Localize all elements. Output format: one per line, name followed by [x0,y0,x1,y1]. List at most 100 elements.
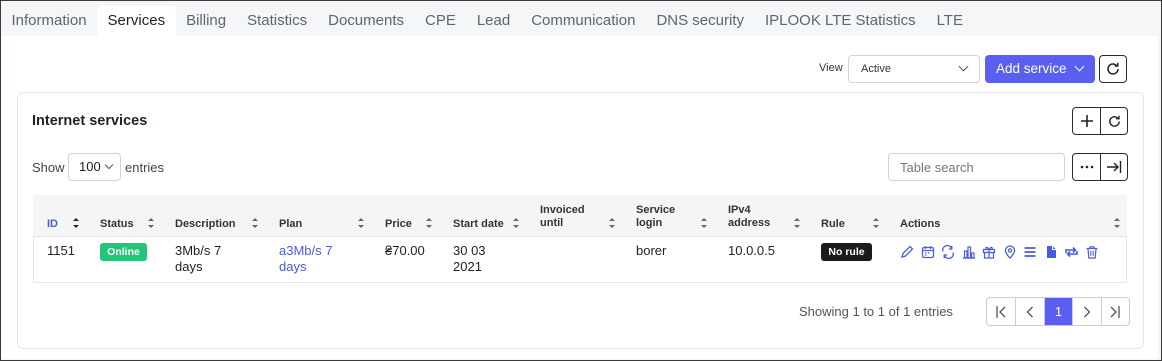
rule-badge: No rule [821,243,872,261]
tab-lte[interactable]: LTE [926,6,973,36]
pagination-info: Showing 1 to 1 of 1 entries [799,304,953,319]
chevron-down-icon [1074,61,1085,72]
tab-lead[interactable]: Lead [466,6,520,36]
column-header-description[interactable]: Description [175,218,236,231]
refresh-icon [1107,62,1119,75]
tab-statistics[interactable]: Statistics [237,6,318,36]
calendar-action[interactable] [921,243,942,261]
first-page-icon [996,305,1006,318]
entries-value: 100 [79,159,101,174]
tab-dns-security[interactable]: DNS security [646,6,755,36]
add-button[interactable] [1073,108,1100,134]
change-plan-action[interactable] [941,243,962,261]
sort-icon [701,218,707,228]
cell-service-login: borer [636,243,667,258]
ipv4-line-1: IPv4 [728,204,751,216]
tab-services[interactable]: Services [97,6,176,36]
description-line-2: days [175,259,203,274]
invoiced-until-line-1: Invoiced [540,204,585,216]
service-login-line-1: Service [636,204,676,216]
column-header-start-date[interactable]: Start date [453,218,504,231]
details-action[interactable] [1023,243,1044,261]
calendar-icon [921,246,934,259]
add-service-label: Add service [996,61,1067,76]
document-action[interactable] [1044,243,1065,261]
next-page-button[interactable] [1072,298,1100,325]
statistics-action[interactable] [962,243,983,261]
reload-button[interactable] [1100,108,1127,134]
plus-icon [1080,115,1093,127]
chevron-down-icon [104,160,114,170]
start-date-line-2: 2021 [453,259,482,274]
map-pin-icon [1004,245,1015,259]
entries-label: entries [125,160,165,175]
export-button[interactable] [1100,154,1127,180]
column-header-plan[interactable]: Plan [279,218,302,231]
column-header-id[interactable]: ID [47,218,58,231]
card-title: Internet services [32,113,148,129]
tab-cpe[interactable]: CPE [415,6,467,36]
pencil-icon [901,245,914,258]
location-action[interactable] [1003,243,1024,261]
status-badge: Online [100,243,147,261]
trash-icon [1086,246,1097,259]
previous-page-button[interactable] [1015,298,1043,325]
column-header-ipv4-address[interactable]: IPv4 address [728,204,770,230]
sort-icon [873,218,879,228]
arrow-to-right-icon [1107,161,1122,173]
bar-chart-icon [962,246,975,259]
tab-billing[interactable]: Billing [176,6,237,36]
first-page-button[interactable] [987,298,1015,325]
chevron-left-icon [1026,306,1034,317]
cell-description: 3Mb/s 7 days [175,243,221,275]
add-service-button[interactable]: Add service [985,55,1095,83]
view-select-value: Active [861,63,891,75]
entries-per-page-select[interactable]: 100 [68,153,121,181]
sort-icon [73,218,79,228]
column-header-price[interactable]: Price [385,218,412,231]
replace-action[interactable] [1064,243,1085,261]
description-line-1: 3Mb/s 7 [175,243,222,258]
last-page-icon [1110,305,1120,318]
tab-information[interactable]: Information [1,6,97,36]
last-page-button[interactable] [1100,298,1129,325]
tab-bar: Information Services Billing Statistics … [1,6,1159,36]
refresh-button[interactable] [1099,55,1127,83]
cell-ipv4-address: 10.0.0.5 [728,243,775,258]
plan-link[interactable]: a3Mb/s 7 days [279,243,332,275]
edit-action[interactable] [900,243,921,261]
sort-icon [426,218,432,228]
column-header-actions[interactable]: Actions [900,218,940,231]
table-search-input[interactable] [888,153,1065,181]
page-button-current[interactable]: 1 [1043,298,1073,325]
cell-id: 1151 [47,243,75,258]
plan-line-2: days [279,259,307,274]
cell-price: ₴70.00 [385,243,425,258]
more-options-button[interactable] [1073,154,1100,180]
column-header-service-login[interactable]: Service login [636,204,675,230]
sort-icon [148,218,154,228]
repeat-icon [942,245,954,259]
show-label: Show [32,160,65,175]
bonus-action[interactable] [982,243,1003,261]
tab-communication[interactable]: Communication [521,6,646,36]
column-header-status[interactable]: Status [100,218,134,231]
ipv4-line-2: address [728,217,771,229]
column-header-invoiced-until[interactable]: Invoiced until [540,204,585,230]
view-select[interactable]: Active [848,55,980,83]
tab-iplook-lte-statistics[interactable]: IPLOOK LTE Statistics [754,6,926,36]
sort-icon [252,218,258,228]
delete-action[interactable] [1085,243,1106,261]
row-actions [900,243,1105,261]
service-login-line-2: login [636,217,663,229]
sync-icon [1065,246,1078,258]
plan-line-1: a3Mb/s 7 [279,243,333,258]
chevron-right-icon [1083,306,1091,317]
column-header-rule[interactable]: Rule [821,218,845,231]
tab-documents[interactable]: Documents [318,6,415,36]
ellipsis-icon [1080,165,1093,169]
card-header-actions [1072,107,1128,135]
sort-icon [609,218,615,228]
table-tools [1072,153,1128,181]
sort-icon [513,218,519,228]
